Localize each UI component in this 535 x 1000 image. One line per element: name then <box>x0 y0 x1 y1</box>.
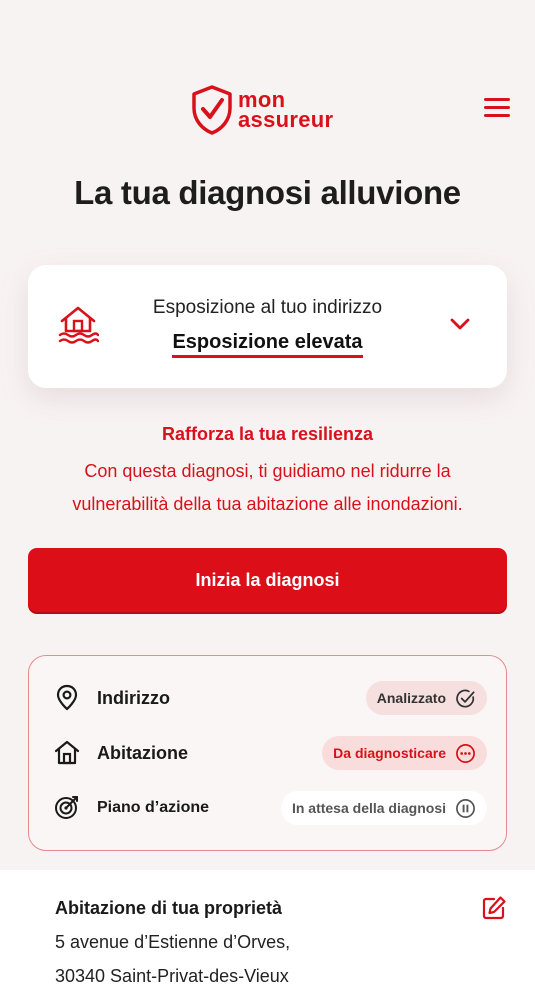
brand-name: mon assureur <box>238 89 334 132</box>
target-icon <box>55 796 78 819</box>
exposure-value-text: Esposizione elevata <box>172 331 363 358</box>
edit-icon[interactable] <box>480 894 508 922</box>
brand-logo[interactable]: mon assureur <box>190 84 333 136</box>
status-badge-home-text: Da diagnosticare <box>333 745 446 761</box>
property-section: Abitazione di tua proprietà 5 avenue d’E… <box>0 870 535 1000</box>
resilience-text: Con questa diagnosi, ti guidiamo nel rid… <box>72 461 463 514</box>
chevron-down-icon[interactable] <box>450 317 470 331</box>
exposure-value: Esposizione elevata <box>28 331 507 358</box>
resilience-title: Rafforza la tua resilienza <box>161 424 374 444</box>
start-diagnosis-button[interactable]: Inizia la diagnosi <box>28 548 507 612</box>
location-pin-icon <box>56 684 78 711</box>
more-circle-icon <box>456 743 475 763</box>
status-badge-address: Analizzato <box>365 681 487 715</box>
check-circle-icon <box>456 689 475 708</box>
brand-name-line2: assureur <box>238 107 334 132</box>
status-badge-action-plan-text: In attesa della diagnosi <box>291 800 446 816</box>
shield-check-icon <box>192 85 232 135</box>
property-address-line1: 5 avenue d’Estienne d’Orves, <box>55 932 291 952</box>
hamburger-menu-icon[interactable] <box>484 98 510 120</box>
property-address-line2: 30340 Saint-Privat-des-Vieux <box>55 966 289 986</box>
status-label-home: Abitazione <box>97 743 189 763</box>
status-row-address: Indirizzo Analizzato <box>29 678 508 718</box>
status-label-address: Indirizzo <box>97 688 170 708</box>
pause-circle-icon <box>456 798 475 818</box>
page-title: La tua diagnosi alluvione <box>74 174 461 211</box>
status-badge-action-plan: In attesa della diagnosi <box>280 791 487 825</box>
status-row-action-plan: Piano d’azione In attesa della diagnosi <box>29 788 508 828</box>
property-title: Abitazione di tua proprietà <box>55 898 283 918</box>
exposure-card[interactable]: Esposizione al tuo indirizzo Esposizione… <box>28 265 507 388</box>
status-badge-address-text: Analizzato <box>376 690 446 706</box>
house-icon <box>54 740 80 765</box>
status-label-action-plan: Piano d’azione <box>97 799 210 816</box>
exposure-label: Esposizione al tuo indirizzo <box>152 297 383 318</box>
status-row-home: Abitazione Da diagnosticare <box>29 733 508 773</box>
status-card: Indirizzo Analizzato Abitazione Da diagn… <box>28 655 507 851</box>
header: mon assureur <box>0 0 535 160</box>
status-badge-home: Da diagnosticare <box>322 736 487 770</box>
